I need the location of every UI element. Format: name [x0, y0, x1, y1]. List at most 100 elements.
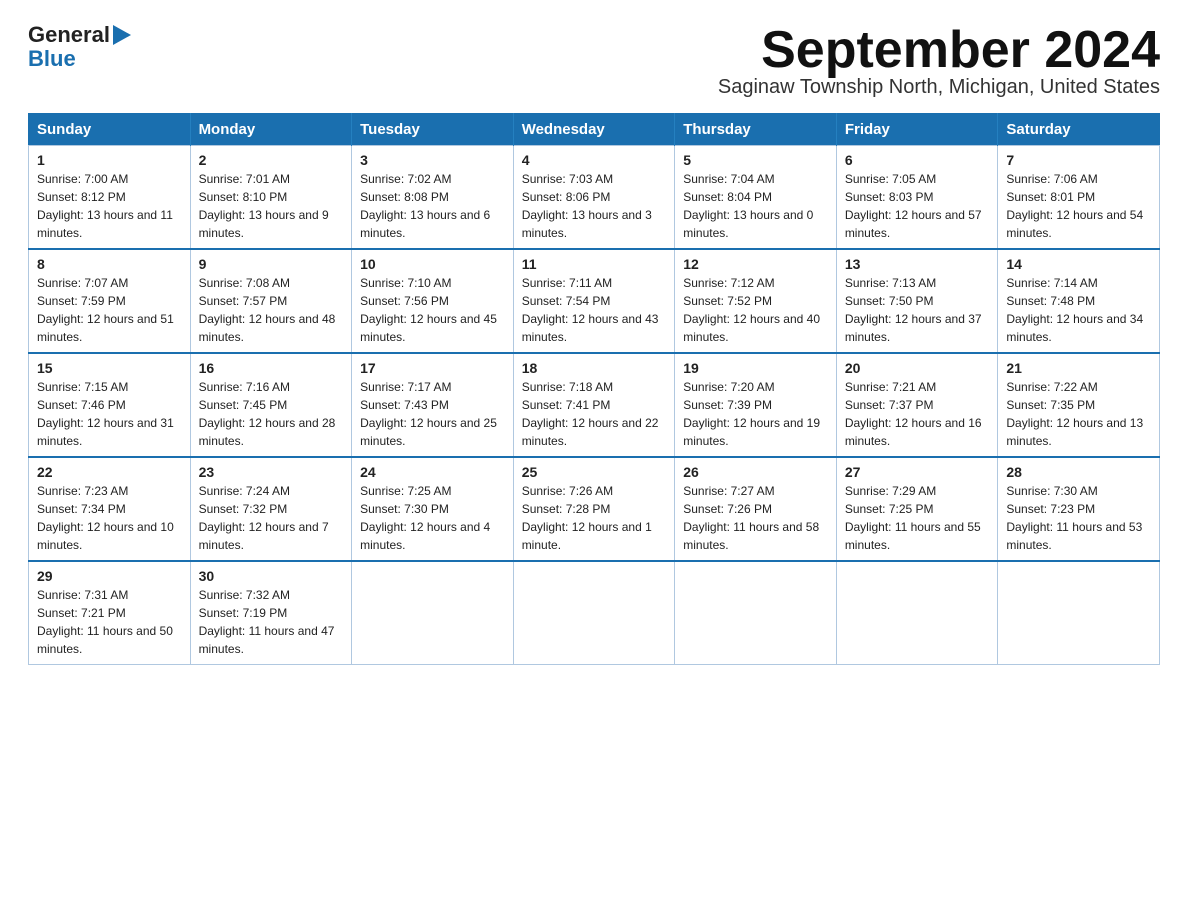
calendar-day-cell: 9 Sunrise: 7:08 AMSunset: 7:57 PMDayligh… [190, 249, 352, 353]
calendar-day-cell: 14 Sunrise: 7:14 AMSunset: 7:48 PMDaylig… [998, 249, 1160, 353]
day-number: 9 [199, 256, 344, 272]
day-info: Sunrise: 7:02 AMSunset: 8:08 PMDaylight:… [360, 172, 490, 240]
day-info: Sunrise: 7:26 AMSunset: 7:28 PMDaylight:… [522, 484, 652, 552]
calendar-day-cell: 4 Sunrise: 7:03 AMSunset: 8:06 PMDayligh… [513, 146, 675, 250]
day-info: Sunrise: 7:31 AMSunset: 7:21 PMDaylight:… [37, 588, 173, 656]
day-info: Sunrise: 7:07 AMSunset: 7:59 PMDaylight:… [37, 276, 174, 344]
calendar-day-cell: 21 Sunrise: 7:22 AMSunset: 7:35 PMDaylig… [998, 353, 1160, 457]
day-number: 27 [845, 464, 990, 480]
calendar-day-cell: 30 Sunrise: 7:32 AMSunset: 7:19 PMDaylig… [190, 561, 352, 665]
day-info: Sunrise: 7:20 AMSunset: 7:39 PMDaylight:… [683, 380, 820, 448]
weekday-header-saturday: Saturday [998, 114, 1160, 146]
weekday-header-thursday: Thursday [675, 114, 837, 146]
page-header: General Blue September 2024 Saginaw Town… [28, 24, 1160, 109]
day-info: Sunrise: 7:03 AMSunset: 8:06 PMDaylight:… [522, 172, 652, 240]
calendar-day-cell: 24 Sunrise: 7:25 AMSunset: 7:30 PMDaylig… [352, 457, 514, 561]
location-subtitle: Saginaw Township North, Michigan, United… [718, 76, 1160, 99]
day-number: 14 [1006, 256, 1151, 272]
day-info: Sunrise: 7:12 AMSunset: 7:52 PMDaylight:… [683, 276, 820, 344]
day-number: 20 [845, 360, 990, 376]
weekday-header-friday: Friday [836, 114, 998, 146]
day-info: Sunrise: 7:01 AMSunset: 8:10 PMDaylight:… [199, 172, 329, 240]
day-info: Sunrise: 7:25 AMSunset: 7:30 PMDaylight:… [360, 484, 490, 552]
day-info: Sunrise: 7:23 AMSunset: 7:34 PMDaylight:… [37, 484, 174, 552]
day-number: 18 [522, 360, 667, 376]
weekday-header-sunday: Sunday [29, 114, 191, 146]
weekday-header-wednesday: Wednesday [513, 114, 675, 146]
calendar-day-cell: 28 Sunrise: 7:30 AMSunset: 7:23 PMDaylig… [998, 457, 1160, 561]
day-number: 19 [683, 360, 828, 376]
day-number: 30 [199, 568, 344, 584]
day-info: Sunrise: 7:11 AMSunset: 7:54 PMDaylight:… [522, 276, 659, 344]
day-info: Sunrise: 7:21 AMSunset: 7:37 PMDaylight:… [845, 380, 982, 448]
calendar-week-row: 8 Sunrise: 7:07 AMSunset: 7:59 PMDayligh… [29, 249, 1160, 353]
logo-triangle-icon [113, 25, 131, 45]
day-info: Sunrise: 7:16 AMSunset: 7:45 PMDaylight:… [199, 380, 336, 448]
calendar-day-cell: 8 Sunrise: 7:07 AMSunset: 7:59 PMDayligh… [29, 249, 191, 353]
day-info: Sunrise: 7:04 AMSunset: 8:04 PMDaylight:… [683, 172, 813, 240]
calendar-day-cell: 2 Sunrise: 7:01 AMSunset: 8:10 PMDayligh… [190, 146, 352, 250]
calendar-day-cell: 17 Sunrise: 7:17 AMSunset: 7:43 PMDaylig… [352, 353, 514, 457]
calendar-week-row: 15 Sunrise: 7:15 AMSunset: 7:46 PMDaylig… [29, 353, 1160, 457]
day-number: 21 [1006, 360, 1151, 376]
calendar-day-cell [675, 561, 837, 665]
day-info: Sunrise: 7:13 AMSunset: 7:50 PMDaylight:… [845, 276, 982, 344]
calendar-day-cell: 3 Sunrise: 7:02 AMSunset: 8:08 PMDayligh… [352, 146, 514, 250]
day-info: Sunrise: 7:10 AMSunset: 7:56 PMDaylight:… [360, 276, 497, 344]
day-info: Sunrise: 7:08 AMSunset: 7:57 PMDaylight:… [199, 276, 336, 344]
calendar-day-cell: 29 Sunrise: 7:31 AMSunset: 7:21 PMDaylig… [29, 561, 191, 665]
day-number: 23 [199, 464, 344, 480]
day-number: 6 [845, 152, 990, 168]
calendar-day-cell: 19 Sunrise: 7:20 AMSunset: 7:39 PMDaylig… [675, 353, 837, 457]
calendar-day-cell: 16 Sunrise: 7:16 AMSunset: 7:45 PMDaylig… [190, 353, 352, 457]
calendar-day-cell: 5 Sunrise: 7:04 AMSunset: 8:04 PMDayligh… [675, 146, 837, 250]
day-info: Sunrise: 7:00 AMSunset: 8:12 PMDaylight:… [37, 172, 173, 240]
day-number: 10 [360, 256, 505, 272]
calendar-week-row: 29 Sunrise: 7:31 AMSunset: 7:21 PMDaylig… [29, 561, 1160, 665]
calendar-day-cell: 13 Sunrise: 7:13 AMSunset: 7:50 PMDaylig… [836, 249, 998, 353]
calendar-day-cell: 18 Sunrise: 7:18 AMSunset: 7:41 PMDaylig… [513, 353, 675, 457]
day-number: 28 [1006, 464, 1151, 480]
month-title: September 2024 [718, 24, 1160, 76]
day-number: 29 [37, 568, 182, 584]
calendar-day-cell: 12 Sunrise: 7:12 AMSunset: 7:52 PMDaylig… [675, 249, 837, 353]
day-info: Sunrise: 7:15 AMSunset: 7:46 PMDaylight:… [37, 380, 174, 448]
day-number: 25 [522, 464, 667, 480]
day-number: 8 [37, 256, 182, 272]
day-number: 15 [37, 360, 182, 376]
day-number: 5 [683, 152, 828, 168]
day-info: Sunrise: 7:14 AMSunset: 7:48 PMDaylight:… [1006, 276, 1143, 344]
day-number: 3 [360, 152, 505, 168]
day-info: Sunrise: 7:05 AMSunset: 8:03 PMDaylight:… [845, 172, 982, 240]
logo-general-text: General [28, 24, 110, 46]
calendar-day-cell: 23 Sunrise: 7:24 AMSunset: 7:32 PMDaylig… [190, 457, 352, 561]
day-info: Sunrise: 7:18 AMSunset: 7:41 PMDaylight:… [522, 380, 659, 448]
calendar-day-cell: 6 Sunrise: 7:05 AMSunset: 8:03 PMDayligh… [836, 146, 998, 250]
day-info: Sunrise: 7:29 AMSunset: 7:25 PMDaylight:… [845, 484, 981, 552]
day-info: Sunrise: 7:32 AMSunset: 7:19 PMDaylight:… [199, 588, 335, 656]
calendar-day-cell [352, 561, 514, 665]
logo-blue-text: Blue [28, 46, 76, 72]
weekday-header-tuesday: Tuesday [352, 114, 514, 146]
calendar-day-cell: 1 Sunrise: 7:00 AMSunset: 8:12 PMDayligh… [29, 146, 191, 250]
day-info: Sunrise: 7:30 AMSunset: 7:23 PMDaylight:… [1006, 484, 1142, 552]
day-number: 22 [37, 464, 182, 480]
calendar-day-cell: 10 Sunrise: 7:10 AMSunset: 7:56 PMDaylig… [352, 249, 514, 353]
day-number: 17 [360, 360, 505, 376]
day-info: Sunrise: 7:17 AMSunset: 7:43 PMDaylight:… [360, 380, 497, 448]
calendar-table: SundayMondayTuesdayWednesdayThursdayFrid… [28, 113, 1160, 665]
day-info: Sunrise: 7:27 AMSunset: 7:26 PMDaylight:… [683, 484, 819, 552]
calendar-day-cell: 25 Sunrise: 7:26 AMSunset: 7:28 PMDaylig… [513, 457, 675, 561]
day-info: Sunrise: 7:24 AMSunset: 7:32 PMDaylight:… [199, 484, 329, 552]
day-number: 4 [522, 152, 667, 168]
calendar-day-cell [998, 561, 1160, 665]
day-number: 13 [845, 256, 990, 272]
day-number: 1 [37, 152, 182, 168]
day-number: 2 [199, 152, 344, 168]
calendar-day-cell: 20 Sunrise: 7:21 AMSunset: 7:37 PMDaylig… [836, 353, 998, 457]
day-number: 24 [360, 464, 505, 480]
calendar-day-cell: 26 Sunrise: 7:27 AMSunset: 7:26 PMDaylig… [675, 457, 837, 561]
day-number: 26 [683, 464, 828, 480]
day-number: 12 [683, 256, 828, 272]
weekday-header-row: SundayMondayTuesdayWednesdayThursdayFrid… [29, 114, 1160, 146]
